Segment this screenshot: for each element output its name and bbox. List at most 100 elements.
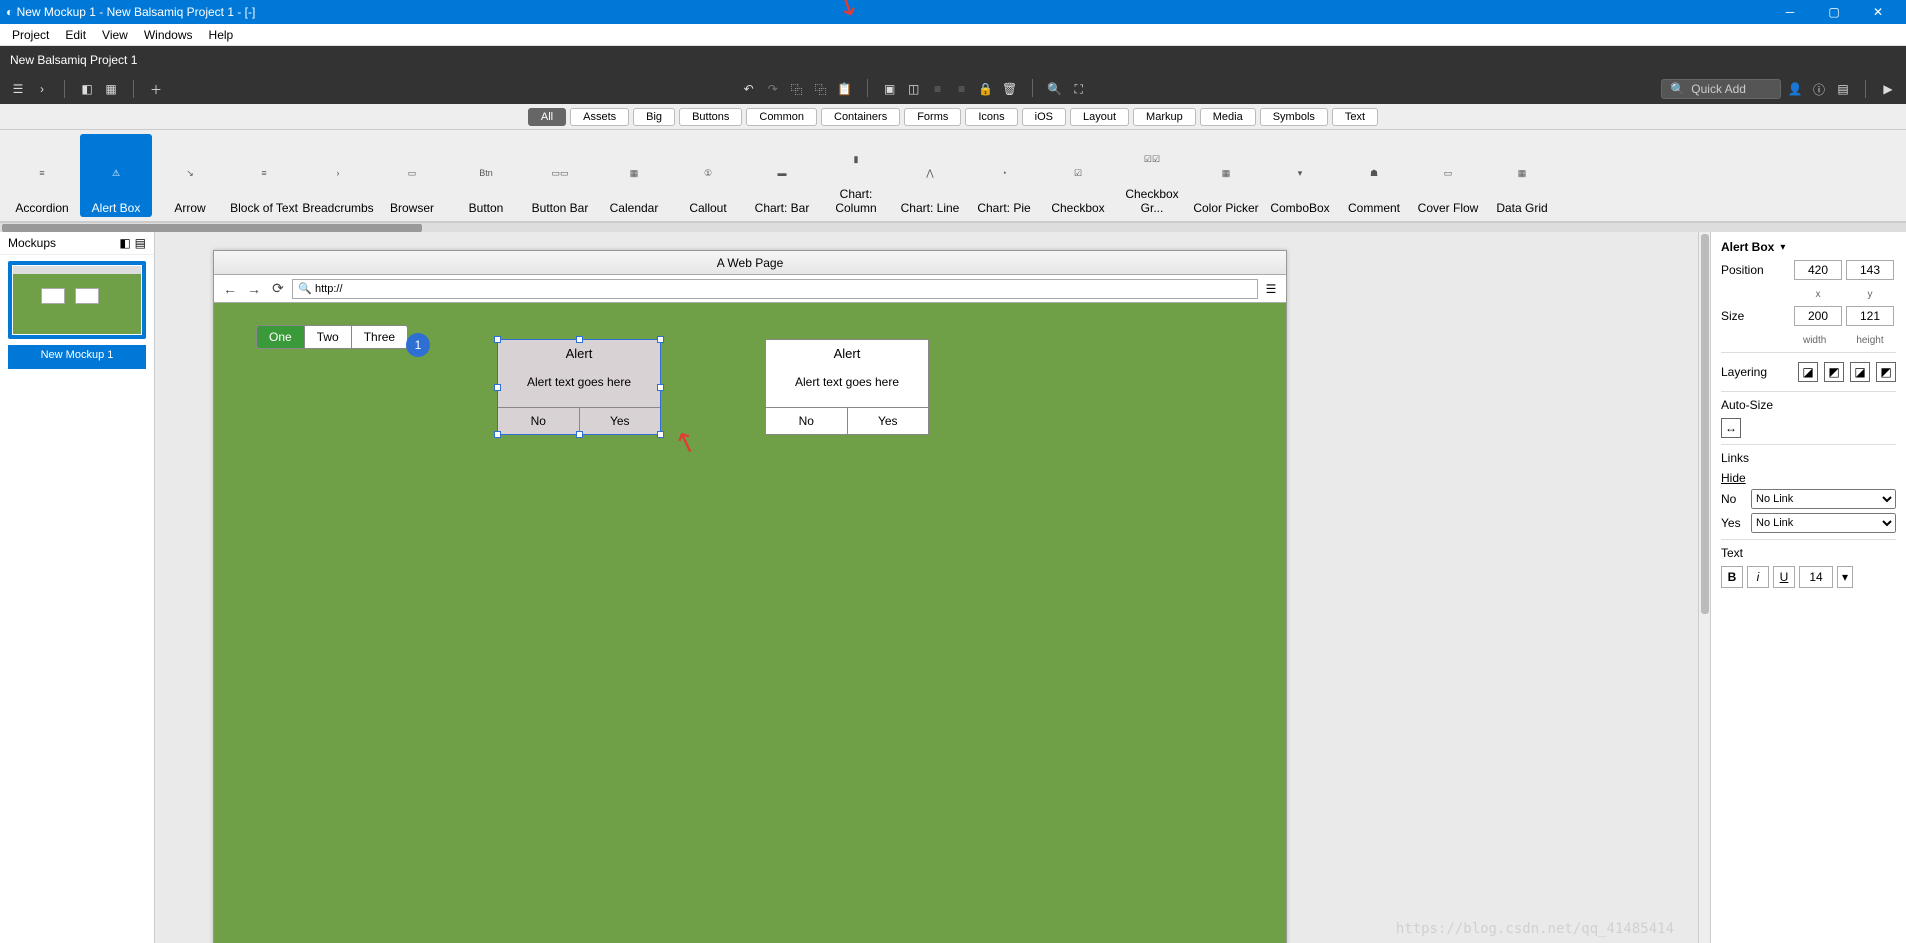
position-y-input[interactable]: [1846, 260, 1894, 280]
menu-help[interactable]: Help: [201, 28, 242, 42]
library-item[interactable]: ☗Comment: [1338, 134, 1410, 217]
canvas-scrollbar[interactable]: [1698, 232, 1710, 943]
back-icon[interactable]: ←: [220, 279, 240, 299]
link-no-select[interactable]: No Link: [1751, 489, 1896, 509]
url-input[interactable]: [292, 279, 1258, 299]
send-backward-icon[interactable]: ◪: [1850, 362, 1870, 382]
tab-two[interactable]: Two: [305, 326, 352, 348]
libtab-common[interactable]: Common: [746, 108, 817, 126]
library-item[interactable]: ☑☑Checkbox Gr...: [1116, 134, 1188, 217]
link-yes-select[interactable]: No Link: [1751, 513, 1896, 533]
notes-icon[interactable]: ▤: [1833, 79, 1853, 99]
library-item[interactable]: ▭▭Button Bar: [524, 134, 596, 217]
alert-no-button[interactable]: No: [498, 408, 580, 434]
tab-three[interactable]: Three: [352, 326, 407, 348]
send-back-icon[interactable]: ◩: [1876, 362, 1896, 382]
alert-box-selected[interactable]: Alert Alert text goes here No Yes: [497, 339, 661, 435]
close-button[interactable]: ✕: [1856, 0, 1900, 24]
fontsize-dropdown[interactable]: ▾: [1837, 566, 1853, 588]
menu-windows[interactable]: Windows: [136, 28, 201, 42]
trash-icon[interactable]: 🗑: [1000, 79, 1020, 99]
libtab-big[interactable]: Big: [633, 108, 675, 126]
position-x-input[interactable]: [1794, 260, 1842, 280]
library-item[interactable]: ▭Cover Flow: [1412, 134, 1484, 217]
align-icon[interactable]: ≡: [928, 79, 948, 99]
library-item[interactable]: ①Callout: [672, 134, 744, 217]
maximize-button[interactable]: ▢: [1812, 0, 1856, 24]
present-icon[interactable]: ▶: [1878, 79, 1898, 99]
library-item[interactable]: ⋀Chart: Line: [894, 134, 966, 217]
grid-view-icon[interactable]: ▦: [101, 79, 121, 99]
libtab-symbols[interactable]: Symbols: [1260, 108, 1328, 126]
user-icon[interactable]: 👤: [1785, 79, 1805, 99]
copy-icon[interactable]: ⿻: [787, 79, 807, 99]
library-item[interactable]: BtnButton: [450, 134, 522, 217]
bring-front-icon[interactable]: ◪: [1798, 362, 1818, 382]
group-icon[interactable]: ▣: [880, 79, 900, 99]
library-strip[interactable]: ≡Accordion⚠Alert Box↘Arrow≡Block of Text…: [0, 130, 1906, 222]
reload-icon[interactable]: ⟳: [268, 279, 288, 299]
italic-button[interactable]: i: [1747, 566, 1769, 588]
library-item[interactable]: ▦Calendar: [598, 134, 670, 217]
mockup-name[interactable]: New Mockup 1: [8, 345, 146, 369]
panel-layout2-icon[interactable]: ▤: [135, 236, 146, 250]
alert-yes-button[interactable]: Yes: [580, 408, 661, 434]
forward-icon[interactable]: →: [244, 279, 264, 299]
chevron-down-icon[interactable]: ▾: [1780, 242, 1785, 253]
autosize-button[interactable]: ↔: [1721, 418, 1741, 438]
menu-edit[interactable]: Edit: [57, 28, 94, 42]
library-item[interactable]: ≡Block of Text: [228, 134, 300, 217]
button-bar[interactable]: OneTwoThree: [256, 325, 408, 349]
libtab-icons[interactable]: Icons: [965, 108, 1017, 126]
duplicate-icon[interactable]: ⿻: [811, 79, 831, 99]
libtab-containers[interactable]: Containers: [821, 108, 900, 126]
add-icon[interactable]: ＋: [146, 79, 166, 99]
libtab-media[interactable]: Media: [1200, 108, 1256, 126]
panel-layout1-icon[interactable]: ◧: [119, 236, 130, 250]
canvas[interactable]: A Web Page ← → ⟳ 🔍 ☰ OneTwoThree 1 Alert…: [155, 232, 1698, 943]
library-item[interactable]: ›Breadcrumbs: [302, 134, 374, 217]
hamburger-icon[interactable]: ☰: [8, 79, 28, 99]
fontsize-input[interactable]: 14: [1799, 566, 1833, 588]
libtab-forms[interactable]: Forms: [904, 108, 961, 126]
redo-icon[interactable]: ↷: [763, 79, 783, 99]
alert-box[interactable]: Alert Alert text goes here No Yes: [765, 339, 929, 435]
libtab-markup[interactable]: Markup: [1133, 108, 1196, 126]
libtab-all[interactable]: All: [528, 108, 566, 126]
library-item[interactable]: ◔Chart: Pie: [968, 134, 1040, 217]
libtab-buttons[interactable]: Buttons: [679, 108, 742, 126]
zoom-icon[interactable]: 🔍: [1045, 79, 1065, 99]
library-item[interactable]: ▬Chart: Bar: [746, 134, 818, 217]
menu-view[interactable]: View: [94, 28, 136, 42]
chevron-right-icon[interactable]: ›: [32, 79, 52, 99]
paste-icon[interactable]: 📋: [835, 79, 855, 99]
height-input[interactable]: [1846, 306, 1894, 326]
library-item[interactable]: ▦Data Grid: [1486, 134, 1558, 217]
undo-icon[interactable]: ↶: [739, 79, 759, 99]
library-item[interactable]: ▾ComboBox: [1264, 134, 1336, 217]
alert-no-button[interactable]: No: [766, 408, 848, 434]
tab-one[interactable]: One: [257, 326, 305, 348]
ungroup-icon[interactable]: ◫: [904, 79, 924, 99]
browser-mockup[interactable]: A Web Page ← → ⟳ 🔍 ☰ OneTwoThree 1 Alert…: [213, 250, 1287, 943]
libtab-text[interactable]: Text: [1332, 108, 1378, 126]
library-item[interactable]: ▮Chart: Column: [820, 134, 892, 217]
fit-icon[interactable]: ⛶: [1069, 79, 1089, 99]
library-item[interactable]: ▦Color Picker: [1190, 134, 1262, 217]
distribute-icon[interactable]: ≡: [952, 79, 972, 99]
alert-yes-button[interactable]: Yes: [848, 408, 929, 434]
menu-project[interactable]: Project: [4, 28, 57, 42]
library-item[interactable]: ☑Checkbox: [1042, 134, 1114, 217]
callout[interactable]: 1: [406, 333, 430, 357]
library-item[interactable]: ↘Arrow: [154, 134, 226, 217]
library-item[interactable]: ▭Browser: [376, 134, 448, 217]
underline-button[interactable]: U: [1773, 566, 1795, 588]
width-input[interactable]: [1794, 306, 1842, 326]
quick-add-input[interactable]: 🔍 Quick Add: [1661, 79, 1781, 99]
mockup-thumbnail[interactable]: [8, 261, 146, 339]
libtab-assets[interactable]: Assets: [570, 108, 629, 126]
library-scrollbar[interactable]: [0, 222, 1906, 232]
info-icon[interactable]: ⓘ: [1809, 79, 1829, 99]
bold-button[interactable]: B: [1721, 566, 1743, 588]
minimize-button[interactable]: ─: [1768, 0, 1812, 24]
